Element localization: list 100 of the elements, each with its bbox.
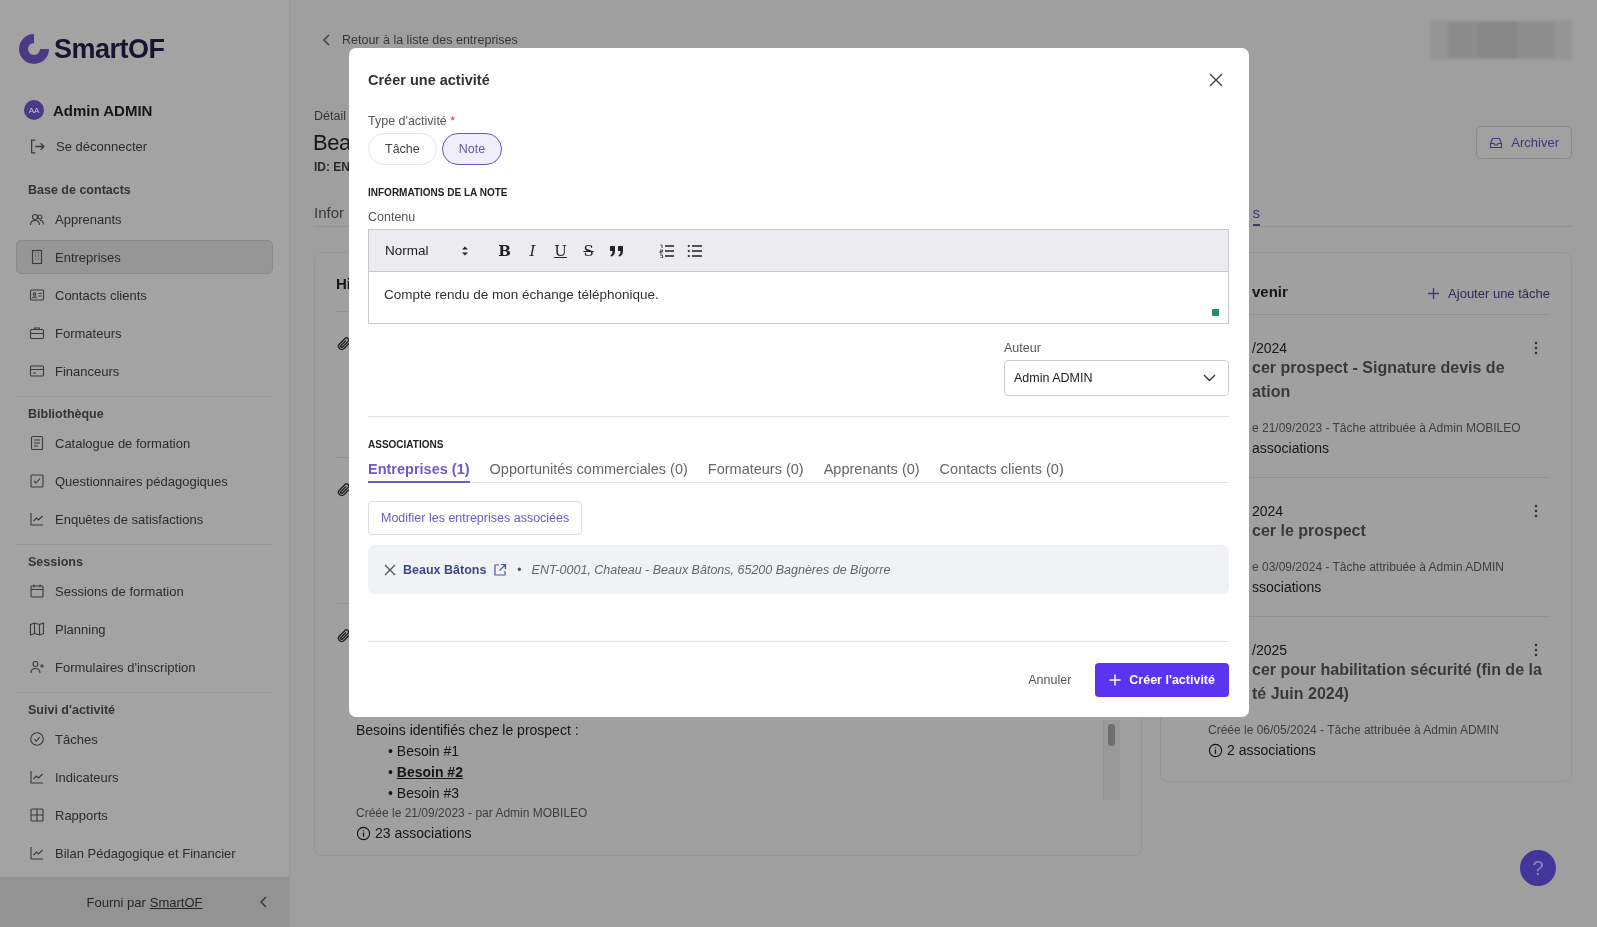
nav-icon	[29, 363, 45, 379]
logo-text: SmartOF	[54, 33, 165, 65]
nav-item[interactable]: Indicateurs	[16, 760, 273, 794]
format-button[interactable]: S	[574, 241, 603, 260]
associations-count: associations	[1252, 440, 1330, 456]
page-tab[interactable]: s	[1252, 204, 1260, 226]
nav-item[interactable]: Sessions de formation	[16, 574, 273, 608]
nav-icon	[29, 211, 45, 227]
logout-icon	[29, 137, 46, 155]
associations-count: ssociations	[1252, 579, 1322, 595]
plus-icon	[1427, 286, 1441, 300]
bullet-list-icon[interactable]	[686, 243, 703, 258]
archive-button[interactable]: Archiver	[1476, 126, 1572, 159]
nav-item[interactable]: Contacts clients	[16, 278, 273, 312]
task-meta: Créée le 06/05/2024 - Tâche attribuée à Admin ADMIN	[1208, 723, 1500, 737]
nav-item[interactable]: Rapports	[16, 798, 273, 832]
nav-item[interactable]: Financeurs	[16, 354, 273, 388]
nav-item[interactable]: Planning	[16, 612, 273, 646]
page-tab[interactable]: Infor	[314, 204, 344, 226]
editor-text[interactable]: Compte rendu de mon échange téléphonique.	[369, 272, 674, 302]
nav-section-title: Suivi d'activité	[27, 702, 117, 718]
author-select[interactable]: Admin ADMIN	[1004, 360, 1229, 396]
footer-link[interactable]: SmartOF	[149, 894, 203, 910]
create-activity-button[interactable]: Créer l'activité	[1095, 663, 1229, 697]
cancel-button[interactable]: Annuler	[1022, 672, 1078, 688]
format-button[interactable]: B	[490, 241, 519, 260]
task-date: /2024	[1252, 340, 1288, 356]
back-link[interactable]: Retour à la liste des entreprises	[314, 33, 518, 47]
quote-icon[interactable]	[608, 243, 625, 258]
ordered-list-icon[interactable]	[658, 243, 675, 258]
more-icon[interactable]	[1534, 341, 1538, 355]
note-text: Besoins identifiés chez le prospect :	[356, 721, 579, 740]
nav-item[interactable]: Catalogue de formation	[16, 426, 273, 460]
association-tab[interactable]: Contacts clients (0)	[939, 461, 1064, 483]
field-label: Type d'activité	[368, 114, 447, 128]
format-button[interactable]: I	[518, 241, 547, 260]
page-eyebrow: Détail	[314, 109, 347, 123]
plus-icon	[1109, 674, 1122, 686]
nav-icon	[29, 583, 45, 599]
paperclip-icon	[336, 628, 352, 644]
company-link[interactable]: Beaux Bâtons	[403, 562, 487, 577]
association-tab[interactable]: Entreprises (1)	[368, 461, 470, 483]
separator: •	[517, 562, 522, 577]
nav-icon	[29, 621, 45, 637]
nav-icon	[29, 511, 45, 527]
task-title: cer pour habilitation sécurité (fin de la	[1252, 660, 1543, 680]
bullet-marker: •	[388, 743, 393, 759]
associations-count: 23 associations	[375, 825, 472, 841]
logout-link[interactable]: Se déconnecter	[16, 129, 273, 163]
nav-item[interactable]: Formateurs	[16, 316, 273, 350]
more-icon[interactable]	[1534, 643, 1538, 657]
format-button[interactable]: U	[546, 241, 575, 260]
more-icon[interactable]	[1534, 504, 1538, 518]
note-bullet: Besoin #2	[396, 764, 463, 780]
type-pill[interactable]: Tâche	[368, 133, 437, 165]
modify-companies-button[interactable]: Modifier les entreprises associées	[368, 501, 583, 535]
nav-item[interactable]: Entreprises	[16, 240, 273, 274]
association-tab[interactable]: Apprenants (0)	[823, 461, 920, 483]
chevron-left-icon	[322, 34, 332, 46]
nav-item[interactable]: Bilan Pédagogique et Financier	[16, 836, 273, 870]
external-link-icon[interactable]	[493, 562, 508, 577]
nav-item[interactable]: Enquêtes de satisfactions	[16, 502, 273, 536]
bullet-marker: •	[388, 764, 393, 780]
nav-icon	[29, 845, 45, 861]
nav-item[interactable]: Tâches	[16, 722, 273, 756]
format-select[interactable]: Normal	[385, 243, 469, 258]
nav-icon	[29, 325, 45, 341]
association-tab[interactable]: Opportunités commerciales (0)	[489, 461, 688, 483]
note-bullet: Besoin #1	[396, 743, 460, 759]
task-meta: e 21/09/2023 - Tâche attribuée à Admin MOBILEO	[1252, 421, 1522, 435]
task-title: ation	[1252, 382, 1292, 402]
task-title: cer prospect - Signature devis de	[1252, 358, 1506, 378]
task-date: 2024	[1252, 503, 1284, 519]
note-meta: Créée le 21/09/2023 - par Admin MOBILEO	[356, 806, 589, 820]
task-title: té Juin 2024)	[1252, 684, 1350, 704]
note-bullet: Besoin #3	[396, 785, 460, 800]
nav-icon	[29, 473, 45, 489]
nav-section-title: Sessions	[27, 554, 84, 570]
nav-icon	[29, 769, 45, 785]
nav-item[interactable]: Questionnaires pédagogiques	[16, 464, 273, 498]
type-pill[interactable]: Note	[441, 133, 503, 165]
task-title: cer le prospect	[1252, 521, 1367, 541]
field-label: Auteur	[1004, 341, 1042, 355]
nav-item[interactable]: Apprenants	[16, 202, 273, 236]
user-name: Admin ADMIN	[53, 101, 153, 119]
nav-icon	[29, 249, 45, 265]
association-tab[interactable]: Formateurs (0)	[707, 461, 804, 483]
task-date: /2025	[1252, 642, 1288, 658]
remove-icon[interactable]	[384, 563, 396, 576]
bullet-marker: •	[388, 785, 393, 800]
nav-item[interactable]: Formulaires d'inscription	[16, 650, 273, 684]
scrollbar[interactable]	[1103, 720, 1120, 800]
paperclip-icon	[336, 336, 352, 352]
card-title: venir	[1252, 283, 1288, 302]
section-title: INFORMATIONS DE LA NOTE	[368, 187, 509, 198]
close-icon[interactable]	[1209, 73, 1223, 87]
inbox-icon	[1489, 135, 1504, 150]
add-task-link[interactable]: Ajouter une tâche	[1427, 285, 1550, 301]
required-mark: *	[450, 114, 456, 128]
section-title: ASSOCIATIONS	[368, 439, 445, 450]
